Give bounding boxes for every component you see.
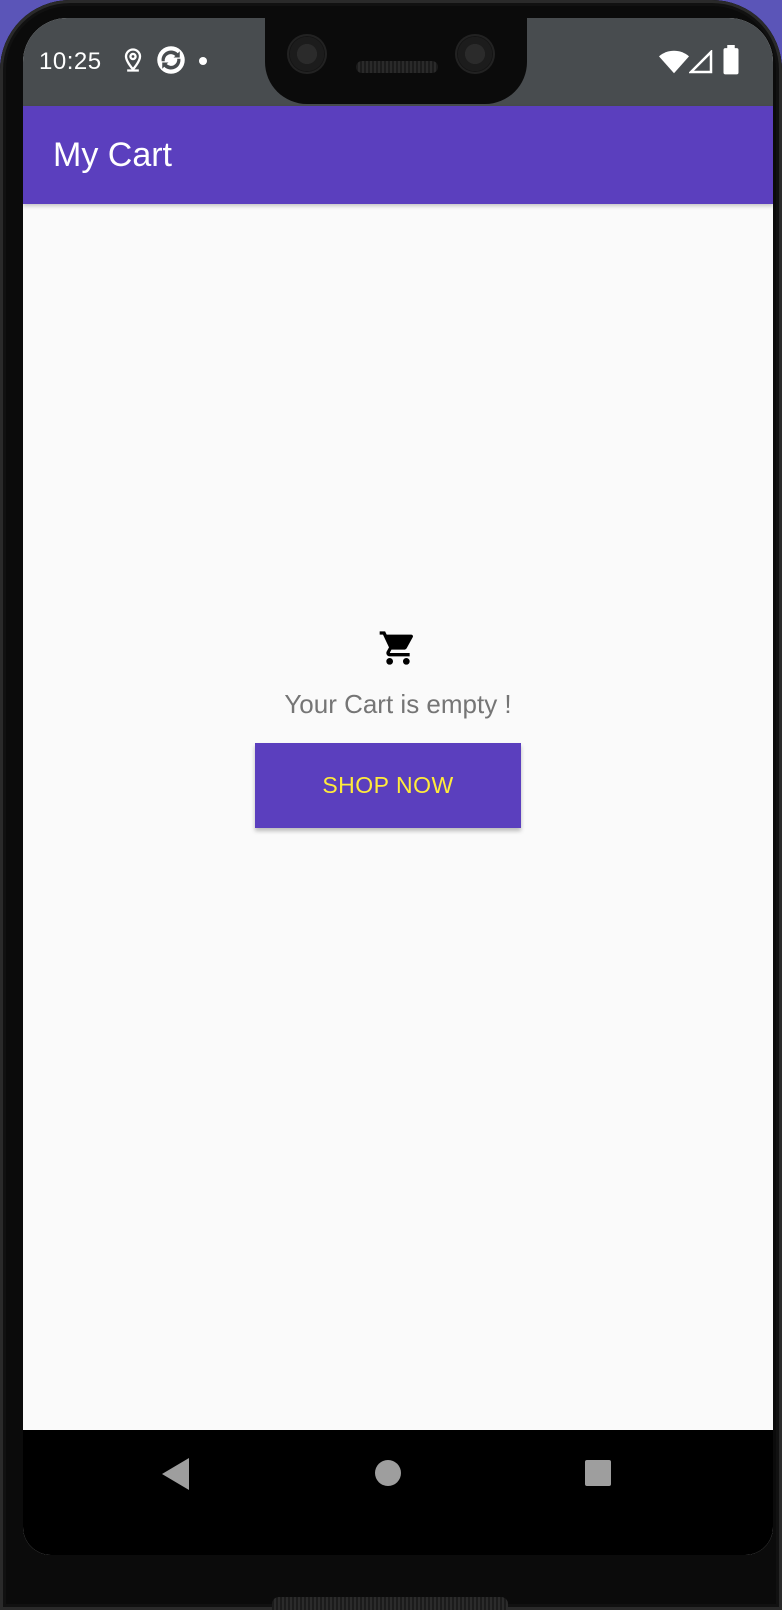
wifi-icon: [659, 50, 689, 74]
front-camera-left: [287, 34, 327, 74]
app-bar: My Cart: [23, 106, 773, 204]
home-icon[interactable]: [375, 1460, 401, 1486]
location-icon: [124, 48, 142, 72]
battery-icon: [723, 45, 739, 75]
page-title: My Cart: [53, 136, 172, 174]
signal-icon: [689, 50, 713, 74]
front-camera-right: [455, 34, 495, 74]
back-icon[interactable]: [162, 1458, 189, 1490]
earpiece-speaker: [356, 61, 438, 73]
shop-now-button[interactable]: SHOP NOW: [255, 743, 521, 828]
recents-icon[interactable]: [585, 1460, 611, 1486]
status-bar: 10:25: [23, 18, 773, 106]
screen: 10:25 My Cart Your Cart is empty ! SHOP …: [23, 18, 773, 1555]
empty-cart-state: Your Cart is empty !: [23, 628, 773, 720]
bottom-speaker: [272, 1597, 508, 1610]
navigation-bar: [23, 1430, 773, 1555]
empty-cart-message: Your Cart is empty !: [284, 689, 512, 719]
camera-notch: [265, 18, 527, 104]
status-time: 10:25: [39, 48, 102, 75]
dot-icon: [199, 57, 207, 65]
shopping-cart-icon: [379, 631, 413, 665]
phone-frame: 10:25 My Cart Your Cart is empty ! SHOP …: [0, 0, 782, 1610]
sync-icon: [157, 46, 185, 74]
